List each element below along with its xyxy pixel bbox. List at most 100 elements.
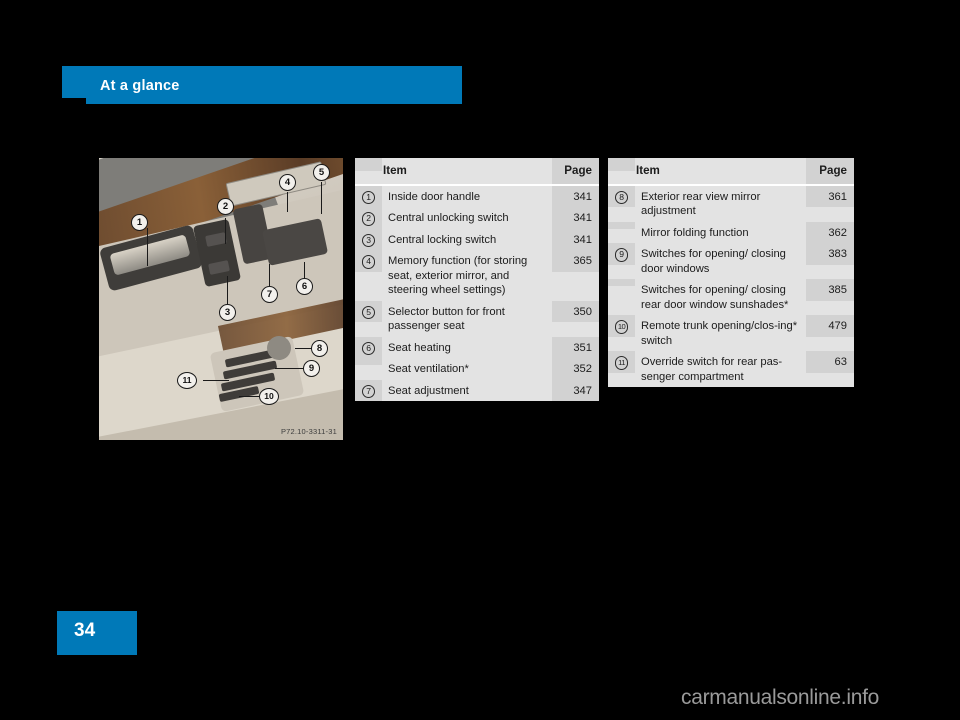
page-title: At a glance (100, 78, 180, 94)
callout-number-badge: 7 (361, 384, 376, 398)
row-page-cell: 351 (552, 336, 599, 358)
table-header-row: Item Page (355, 158, 599, 186)
row-item-cell: Inside door handle (382, 185, 549, 207)
header-page-cell: Page (806, 158, 854, 186)
callout-number-badge: 3 (361, 233, 376, 247)
leader-line-3 (227, 276, 228, 304)
callout-number-badge: 10 (614, 320, 629, 334)
section-header-bar-notch (62, 98, 86, 106)
row-item-cell: Memory function (for storing seat, exter… (382, 250, 549, 301)
row-item-cell: Seat adjustment (382, 379, 549, 401)
site-watermark: carmanualsonline.info (681, 686, 879, 709)
table-row: Mirror folding function 362 (608, 221, 854, 243)
table-header-row: Item Page (608, 158, 854, 186)
row-number-cell: 2 (355, 207, 382, 229)
figure-callout-8: 8 (311, 340, 328, 357)
row-number-cell: 7 (355, 379, 382, 401)
leader-line-1 (147, 228, 148, 266)
row-page-cell: 350 (552, 300, 599, 322)
row-number-cell: 10 (608, 315, 635, 337)
figure-code-label: P72.10-3311-31 (280, 427, 337, 436)
row-page-cell: 341 (552, 207, 599, 229)
row-number-cell: 11 (608, 351, 635, 373)
figure-callout-1: 1 (131, 214, 148, 231)
figure-callout-6: 6 (296, 278, 313, 295)
figure-callout-7: 7 (261, 286, 278, 303)
figure-callout-2: 2 (217, 198, 234, 215)
table-row: 8 Exterior rear view mirror adjustment 3… (608, 185, 854, 222)
callout-number-badge: 6 (361, 341, 376, 355)
figure-callout-3: 3 (219, 304, 236, 321)
table-row: 7 Seat adjustment 347 (355, 379, 599, 401)
row-page-cell: 352 (552, 358, 599, 380)
callout-number-badge: 1 (361, 190, 376, 204)
figure-callout-11: 11 (177, 372, 197, 389)
leader-line-7 (269, 264, 270, 286)
row-number-cell: 3 (355, 228, 382, 250)
table-row: 11 Override switch for rear pas-senger c… (608, 351, 854, 387)
header-item-cell: Item (635, 158, 803, 186)
row-item-cell: Central locking switch (382, 228, 549, 250)
figure-callout-9: 9 (303, 360, 320, 377)
table-row: 5 Selector button for front passenger se… (355, 300, 599, 337)
callout-number-badge: 4 (361, 255, 376, 269)
header-num-cell (355, 158, 382, 171)
row-number-cell: 9 (608, 243, 635, 265)
row-item-cell: Override switch for rear pas-senger comp… (635, 351, 803, 387)
door-panel-figure: 1 2 3 4 5 6 7 8 9 10 11 P72.10-3311-31 (99, 158, 343, 440)
table-row: 10 Remote trunk opening/clos-ing* switch… (608, 315, 854, 351)
row-item-cell: Seat ventilation* (382, 358, 549, 380)
row-page-cell: 347 (552, 379, 599, 401)
callout-number-badge: 5 (361, 305, 376, 319)
header-num-cell (608, 158, 635, 171)
row-number-cell: 4 (355, 250, 382, 272)
row-item-cell: Mirror folding function (635, 221, 803, 243)
row-number-cell (355, 358, 382, 365)
row-page-cell: 365 (552, 250, 599, 272)
row-page-cell: 385 (806, 279, 854, 301)
table-row: 6 Seat heating 351 (355, 336, 599, 358)
item-page-table-left: Item Page 1 Inside door handle 341 2 Cen… (355, 158, 599, 401)
table-row: 4 Memory function (for storing seat, ext… (355, 250, 599, 301)
page-canvas: At a glance 1 2 3 4 5 6 7 8 9 10 11 P72.… (0, 0, 960, 720)
row-number-cell: 6 (355, 336, 382, 358)
row-page-cell: 341 (552, 228, 599, 250)
table-row: 3 Central locking switch 341 (355, 228, 599, 250)
callout-number-badge: 8 (614, 190, 629, 204)
leader-line-6 (304, 262, 305, 278)
row-page-cell: 361 (806, 185, 854, 207)
row-page-cell: 383 (806, 243, 854, 265)
callout-number-badge: 11 (614, 356, 629, 370)
table-row: Seat ventilation* 352 (355, 358, 599, 380)
row-page-cell: 362 (806, 221, 854, 243)
row-page-cell: 479 (806, 315, 854, 337)
row-number-cell (608, 221, 635, 229)
table-row: 1 Inside door handle 341 (355, 185, 599, 207)
item-page-table-right: Item Page 8 Exterior rear view mirror ad… (608, 158, 854, 387)
leader-line-4 (287, 192, 288, 212)
figure-callout-4: 4 (279, 174, 296, 191)
figure-illustration: 1 2 3 4 5 6 7 8 9 10 11 P72.10-3311-31 (99, 158, 343, 440)
header-page-cell: Page (552, 158, 599, 186)
row-item-cell: Remote trunk opening/clos-ing* switch (635, 315, 803, 351)
page-number-box (57, 611, 137, 655)
row-item-cell: Switches for opening/ closing door windo… (635, 243, 803, 279)
leader-line-11 (203, 380, 229, 381)
callout-number-badge: 9 (614, 248, 629, 262)
callout-number-badge: 2 (361, 212, 376, 226)
figure-callout-10: 10 (259, 388, 279, 405)
table-row: Switches for opening/ closing rear door … (608, 279, 854, 315)
row-number-cell: 8 (608, 185, 635, 207)
figure-callout-5: 5 (313, 164, 330, 181)
page-number: 34 (74, 620, 96, 641)
row-item-cell: Central unlocking switch (382, 207, 549, 229)
row-item-cell: Selector button for front passenger seat (382, 300, 549, 337)
leader-line-5 (321, 182, 322, 214)
row-page-cell: 63 (806, 351, 854, 373)
row-number-cell: 1 (355, 185, 382, 207)
row-item-cell: Exterior rear view mirror adjustment (635, 185, 803, 222)
table-row: 9 Switches for opening/ closing door win… (608, 243, 854, 279)
row-number-cell: 5 (355, 300, 382, 322)
row-page-cell: 341 (552, 185, 599, 207)
header-item-cell: Item (382, 158, 549, 186)
